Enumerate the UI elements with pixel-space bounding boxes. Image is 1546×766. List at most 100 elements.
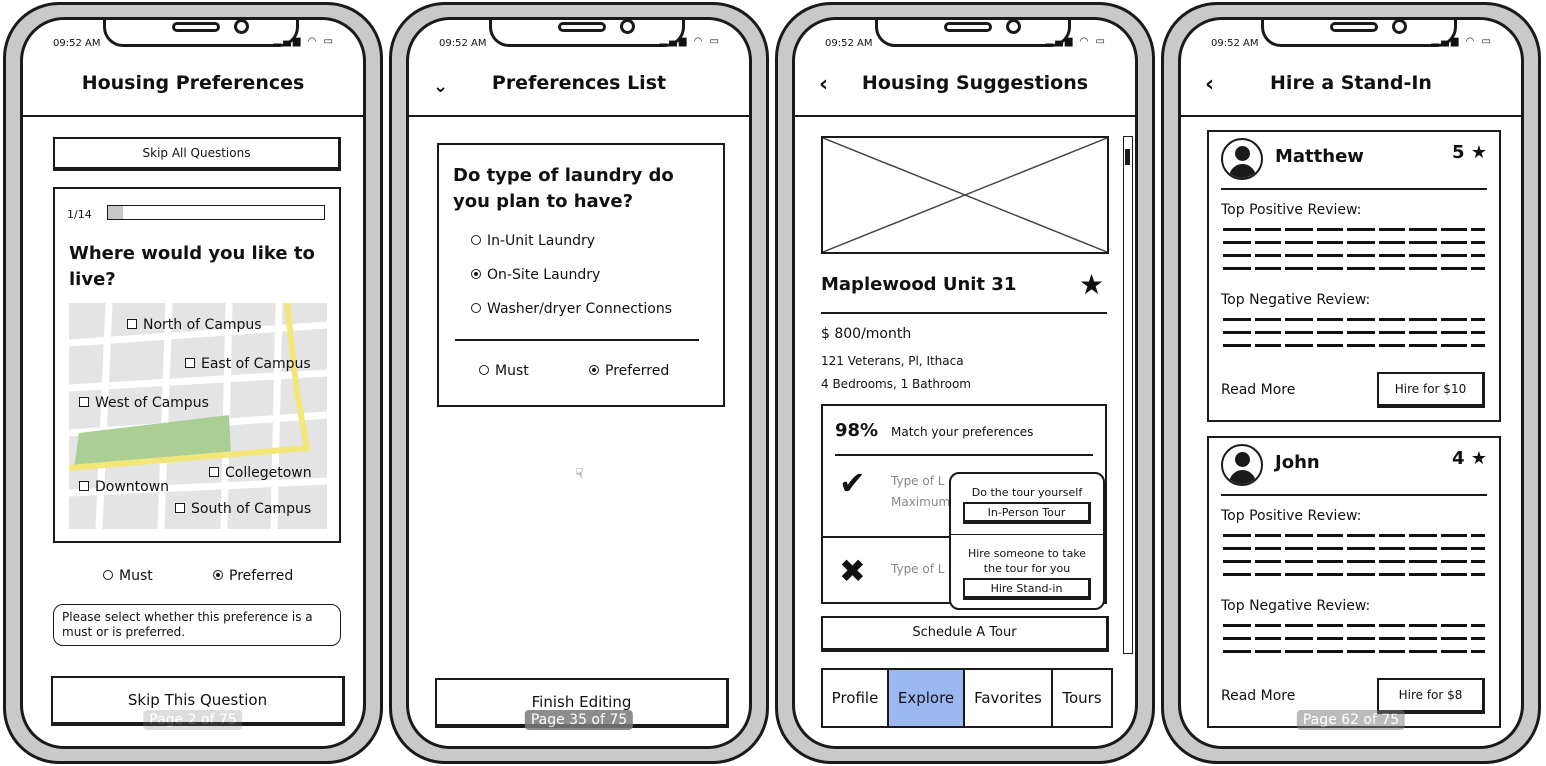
radio-icon[interactable]	[471, 235, 481, 245]
status-time: 09:52 AM	[825, 38, 873, 49]
tour-popup: Do the tour yourself In-Person Tour Hire…	[949, 472, 1105, 610]
checkbox[interactable]	[79, 397, 89, 407]
preferred-radio[interactable]: Preferred	[589, 363, 669, 379]
match-percent: 98%	[835, 420, 879, 441]
question-card: 1/14 Where would you like to live? North	[53, 187, 341, 543]
map-option-collegetown[interactable]: Collegetown	[209, 465, 312, 481]
page-indicator: Page 2 of 75	[143, 710, 243, 730]
preferred-label: Preferred	[229, 568, 294, 584]
avatar-icon	[1221, 444, 1263, 486]
speaker	[558, 22, 606, 32]
favorite-star-icon[interactable]: ★	[1079, 268, 1104, 301]
must-label: Must	[119, 568, 153, 584]
progress-bar	[107, 205, 325, 220]
notch	[103, 20, 299, 47]
star-icon: ★	[1470, 142, 1487, 163]
map-option-west[interactable]: West of Campus	[79, 395, 209, 411]
option-label: East of Campus	[201, 356, 311, 372]
tab-favorites[interactable]: Favorites	[965, 670, 1053, 726]
hire-button[interactable]: Hire for $8	[1377, 678, 1485, 714]
checkbox[interactable]	[175, 503, 185, 513]
tab-profile[interactable]: Profile	[823, 670, 889, 726]
page-title: Housing Suggestions	[861, 72, 1089, 94]
hire-button[interactable]: Hire for $10	[1377, 372, 1485, 408]
checkbox[interactable]	[185, 358, 195, 368]
radio-icon[interactable]	[471, 269, 481, 279]
bottom-tab-bar: Profile Explore Favorites Tours	[821, 668, 1113, 728]
status-icons: ▂▄▆ ◠ ▭	[659, 36, 721, 47]
stand-in-name: Matthew	[1275, 146, 1364, 167]
screen: 09:52 AM ▂▄▆ ◠ ▭ Housing Preferences Ski…	[20, 17, 366, 749]
speaker	[1330, 22, 1378, 32]
radio-icon[interactable]	[213, 570, 223, 580]
checkbox[interactable]	[79, 481, 89, 491]
hire-label: Hire someone to take the tour for you	[967, 547, 1087, 575]
in-person-tour-button[interactable]: In-Person Tour	[963, 502, 1091, 524]
option-on-site[interactable]: On-Site Laundry	[471, 267, 600, 283]
schedule-tour-button[interactable]: Schedule A Tour	[821, 616, 1109, 652]
hint-text: Please select whether this preference is…	[62, 610, 313, 639]
scrollbar-thumb[interactable]	[1125, 149, 1130, 165]
hire-stand-in-button[interactable]: Hire Stand-in	[963, 578, 1091, 600]
status-time: 09:52 AM	[53, 38, 101, 49]
radio-icon[interactable]	[479, 365, 489, 375]
progress-label: 1/14	[67, 208, 92, 221]
camera	[620, 20, 635, 34]
notch	[489, 20, 685, 47]
avatar-head	[1235, 452, 1250, 467]
divider	[1221, 188, 1487, 190]
screen: 09:52 AM ▂▄▆ ◠ ▭ ‹ Hire a Stand-In Matth…	[1178, 17, 1524, 749]
question-text: Where would you like to live?	[69, 243, 315, 290]
avatar-body	[1229, 164, 1256, 178]
phone-hire-stand-in: 09:52 AM ▂▄▆ ◠ ▭ ‹ Hire a Stand-In Matth…	[1161, 2, 1541, 764]
checkbox[interactable]	[127, 319, 137, 329]
option-label: In-Unit Laundry	[487, 233, 596, 249]
option-label: West of Campus	[95, 395, 209, 411]
avatar-head	[1235, 146, 1250, 161]
progress-fill	[108, 206, 124, 219]
option-label: North of Campus	[143, 317, 262, 333]
rating: 5 ★	[1452, 142, 1487, 163]
negative-review-label: Top Negative Review:	[1221, 292, 1371, 308]
camera	[1392, 20, 1407, 34]
map-option-east[interactable]: East of Campus	[185, 356, 311, 372]
rating: 4 ★	[1452, 448, 1487, 469]
campus-map: North of Campus East of Campus West of C…	[69, 303, 327, 529]
page-title: Hire a Stand-In	[1270, 72, 1432, 94]
page-indicator: Page 35 of 75	[524, 710, 634, 730]
camera	[1006, 20, 1021, 34]
option-washer-dryer[interactable]: Washer/dryer Connections	[471, 301, 672, 317]
divider	[835, 454, 1093, 456]
checkbox[interactable]	[209, 467, 219, 477]
map-option-downtown[interactable]: Downtown	[79, 479, 169, 495]
notch	[1261, 20, 1457, 47]
radio-icon[interactable]	[103, 570, 113, 580]
question-card: Do type of laundry do you plan to have? …	[437, 143, 725, 407]
option-in-unit[interactable]: In-Unit Laundry	[471, 233, 595, 249]
read-more-link[interactable]: Read More	[1221, 688, 1295, 704]
match-row-subtext: Maximum	[891, 495, 951, 509]
listing-image-placeholder	[821, 136, 1109, 254]
tab-tours[interactable]: Tours	[1053, 670, 1111, 726]
must-radio[interactable]: Must	[103, 568, 153, 584]
page-title: Housing Preferences	[81, 72, 305, 94]
must-radio[interactable]: Must	[479, 363, 529, 379]
radio-icon[interactable]	[589, 365, 599, 375]
screen: 09:52 AM ▂▄▆ ◠ ▭ ‹ Housing Suggestions M…	[792, 17, 1138, 749]
negative-review-text	[1223, 314, 1485, 350]
status-icons: ▂▄▆ ◠ ▭	[1045, 36, 1107, 47]
status-time: 09:52 AM	[439, 38, 487, 49]
read-more-link[interactable]: Read More	[1221, 382, 1295, 398]
must-label: Must	[495, 363, 529, 379]
status-time: 09:52 AM	[1211, 38, 1259, 49]
tab-explore[interactable]: Explore	[889, 670, 965, 726]
radio-icon[interactable]	[471, 303, 481, 313]
map-option-north[interactable]: North of Campus	[127, 317, 262, 333]
scrollbar[interactable]	[1123, 136, 1133, 654]
cursor-hand-icon: ☟	[575, 466, 584, 482]
preferred-radio[interactable]: Preferred	[213, 568, 293, 584]
skip-all-button[interactable]: Skip All Questions	[53, 137, 341, 171]
hint-bubble: Please select whether this preference is…	[53, 604, 341, 646]
avatar-icon	[1221, 138, 1263, 180]
map-option-south[interactable]: South of Campus	[175, 501, 311, 517]
